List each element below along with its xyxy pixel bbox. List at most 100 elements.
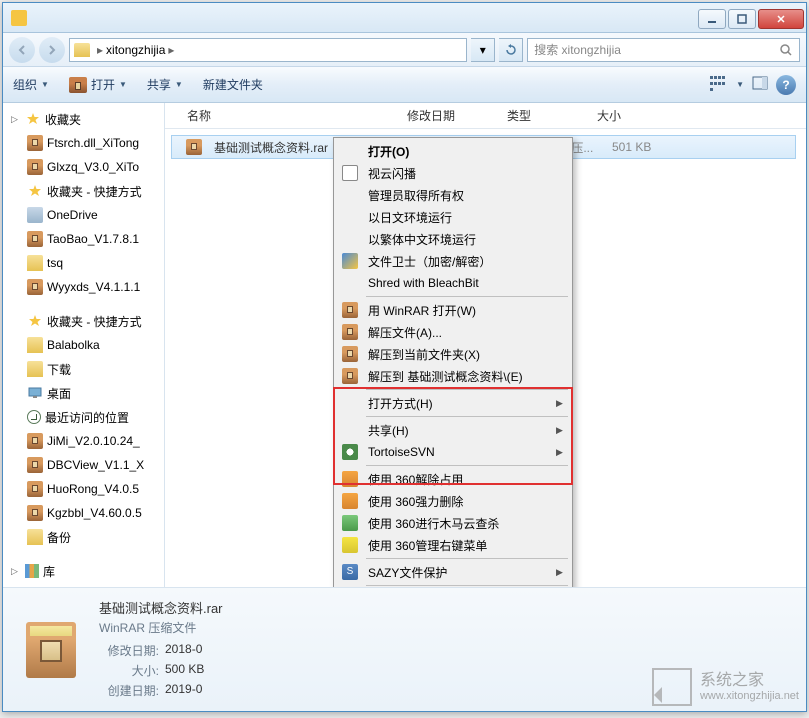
col-date[interactable]: 修改日期 bbox=[399, 107, 499, 124]
search-icon bbox=[779, 43, 793, 57]
col-size[interactable]: 大小 bbox=[589, 107, 659, 124]
rar-icon bbox=[342, 346, 358, 362]
rar-icon bbox=[69, 77, 87, 93]
360-icon bbox=[342, 537, 358, 553]
cm-shred[interactable]: Shred with BleachBit bbox=[336, 272, 570, 294]
cm-winrar-open[interactable]: 用 WinRAR 打开(W) bbox=[336, 299, 570, 321]
library-section[interactable]: ▷ 库 bbox=[3, 559, 164, 583]
organize-menu[interactable]: 组织▼ bbox=[13, 76, 49, 93]
forward-button[interactable] bbox=[39, 37, 65, 63]
search-placeholder: 搜索 xitongzhijia bbox=[534, 41, 621, 58]
sidebar-item[interactable]: DBCView_V1.1_X bbox=[3, 453, 164, 477]
svn-icon bbox=[342, 444, 358, 460]
sidebar-item[interactable]: JiMi_V2.0.10.24_ bbox=[3, 429, 164, 453]
maximize-button[interactable] bbox=[728, 9, 756, 29]
cm-share[interactable]: 共享(H)▶ bbox=[336, 419, 570, 441]
cm-cn[interactable]: 以繁体中文环境运行 bbox=[336, 228, 570, 250]
cm-ja[interactable]: 以日文环境运行 bbox=[336, 206, 570, 228]
cm-guard[interactable]: 文件卫士（加密/解密） bbox=[336, 250, 570, 272]
open-button[interactable]: 打开▼ bbox=[69, 76, 127, 93]
folder-icon bbox=[27, 529, 43, 545]
cm-svn[interactable]: TortoiseSVN▶ bbox=[336, 441, 570, 463]
sidebar-item[interactable]: Balabolka bbox=[3, 333, 164, 357]
cm-open-with[interactable]: 打开方式(H)▶ bbox=[336, 392, 570, 414]
context-menu: 打开(O) 视云闪播 管理员取得所有权 以日文环境运行 以繁体中文环境运行 文件… bbox=[333, 137, 573, 587]
rar-icon bbox=[186, 139, 202, 155]
cm-360-2[interactable]: 使用 360强力删除 bbox=[336, 490, 570, 512]
details-type: WinRAR 压缩文件 bbox=[99, 619, 790, 636]
details-size: 500 KB bbox=[165, 662, 204, 679]
sidebar-item[interactable]: Glxzq_V3.0_XiTo bbox=[3, 155, 164, 179]
sidebar-item[interactable]: Kgzbbl_V4.60.0.5 bbox=[3, 501, 164, 525]
cm-360-1[interactable]: 使用 360解除占用 bbox=[336, 468, 570, 490]
sidebar-item[interactable]: 下载 bbox=[3, 357, 164, 381]
rar-icon bbox=[342, 302, 358, 318]
toolbar: 组织▼ 打开▼ 共享▼ 新建文件夹 ▼ ? bbox=[3, 67, 806, 103]
titlebar[interactable] bbox=[3, 3, 806, 33]
sidebar-item[interactable]: HuoRong_V4.0.5 bbox=[3, 477, 164, 501]
sidebar-item[interactable]: 收藏夹 - 快捷方式 bbox=[3, 309, 164, 333]
shield-icon bbox=[342, 253, 358, 269]
library-icon bbox=[25, 564, 39, 578]
sidebar-item[interactable]: OneDrive bbox=[3, 203, 164, 227]
close-button[interactable] bbox=[758, 9, 804, 29]
col-type[interactable]: 类型 bbox=[499, 107, 589, 124]
minimize-button[interactable] bbox=[698, 9, 726, 29]
rar-icon bbox=[27, 481, 43, 497]
cm-360-3[interactable]: 使用 360进行木马云查杀 bbox=[336, 512, 570, 534]
rar-icon bbox=[27, 457, 43, 473]
cm-admin[interactable]: 管理员取得所有权 bbox=[336, 184, 570, 206]
search-input[interactable]: 搜索 xitongzhijia bbox=[527, 38, 800, 62]
favorites-section[interactable]: ▷ 收藏夹 bbox=[3, 107, 164, 131]
sazy-icon: S bbox=[342, 564, 358, 580]
col-name[interactable]: 名称 bbox=[179, 107, 399, 124]
file-list-area[interactable]: 名称 修改日期 类型 大小 基础测试概念资料.rar 2018-06-05 Wi… bbox=[165, 103, 806, 587]
rar-icon bbox=[342, 324, 358, 340]
new-folder-button[interactable]: 新建文件夹 bbox=[203, 76, 263, 93]
sidebar-item[interactable]: 备份 bbox=[3, 525, 164, 549]
details-date: 2018-0 bbox=[165, 642, 202, 659]
watermark: 系统之家 www.xitongzhijia.net bbox=[652, 668, 799, 706]
drive-icon bbox=[27, 207, 43, 223]
preview-pane-button[interactable] bbox=[752, 75, 768, 94]
cm-shiyun[interactable]: 视云闪播 bbox=[336, 162, 570, 184]
file-thumbnail bbox=[19, 618, 83, 682]
sidebar[interactable]: ▷ 收藏夹 Ftsrch.dll_XiTongGlxzq_V3.0_XiTo收藏… bbox=[3, 103, 165, 587]
star-icon bbox=[27, 183, 43, 199]
cm-sazy[interactable]: SSAZY文件保护▶ bbox=[336, 561, 570, 583]
rar-icon bbox=[27, 135, 43, 151]
help-button[interactable]: ? bbox=[776, 75, 796, 95]
explorer-window: ▸ xitongzhijia ▸ ▾ 搜索 xitongzhijia 组织▼ 打… bbox=[2, 2, 807, 712]
sidebar-item[interactable]: Wyyxds_V4.1.1.1 bbox=[3, 275, 164, 299]
column-headers[interactable]: 名称 修改日期 类型 大小 bbox=[165, 103, 806, 129]
address-bar[interactable]: ▸ xitongzhijia ▸ bbox=[69, 38, 467, 62]
360-icon bbox=[342, 515, 358, 531]
sidebar-item[interactable]: 收藏夹 - 快捷方式 bbox=[3, 179, 164, 203]
details-name: 基础测试概念资料.rar bbox=[99, 598, 790, 617]
cm-extract-to[interactable]: 解压到 基础测试概念资料\(E) bbox=[336, 365, 570, 387]
sidebar-item[interactable]: TaoBao_V1.7.8.1 bbox=[3, 227, 164, 251]
file-size: 501 KB bbox=[604, 140, 674, 154]
cm-extract-here[interactable]: 解压到当前文件夹(X) bbox=[336, 343, 570, 365]
sidebar-item[interactable]: 桌面 bbox=[3, 381, 164, 405]
view-options-button[interactable] bbox=[710, 76, 728, 94]
refresh-dropdown[interactable]: ▾ bbox=[471, 38, 495, 62]
app-icon bbox=[11, 10, 27, 26]
recent-icon bbox=[27, 410, 41, 424]
share-menu[interactable]: 共享▼ bbox=[147, 76, 183, 93]
cm-extract-files[interactable]: 解压文件(A)... bbox=[336, 321, 570, 343]
sidebar-item[interactable]: tsq bbox=[3, 251, 164, 275]
star-icon bbox=[27, 313, 43, 329]
rar-icon bbox=[27, 231, 43, 247]
rar-icon bbox=[27, 505, 43, 521]
refresh-button[interactable] bbox=[499, 38, 523, 62]
folder-icon bbox=[74, 43, 90, 57]
star-icon bbox=[25, 111, 41, 127]
path-label: xitongzhijia bbox=[106, 43, 165, 57]
cm-open[interactable]: 打开(O) bbox=[336, 140, 570, 162]
cm-360-4[interactable]: 使用 360管理右键菜单 bbox=[336, 534, 570, 556]
sidebar-item[interactable]: Ftsrch.dll_XiTong bbox=[3, 131, 164, 155]
rar-icon bbox=[27, 279, 43, 295]
back-button[interactable] bbox=[9, 37, 35, 63]
sidebar-item[interactable]: 最近访问的位置 bbox=[3, 405, 164, 429]
